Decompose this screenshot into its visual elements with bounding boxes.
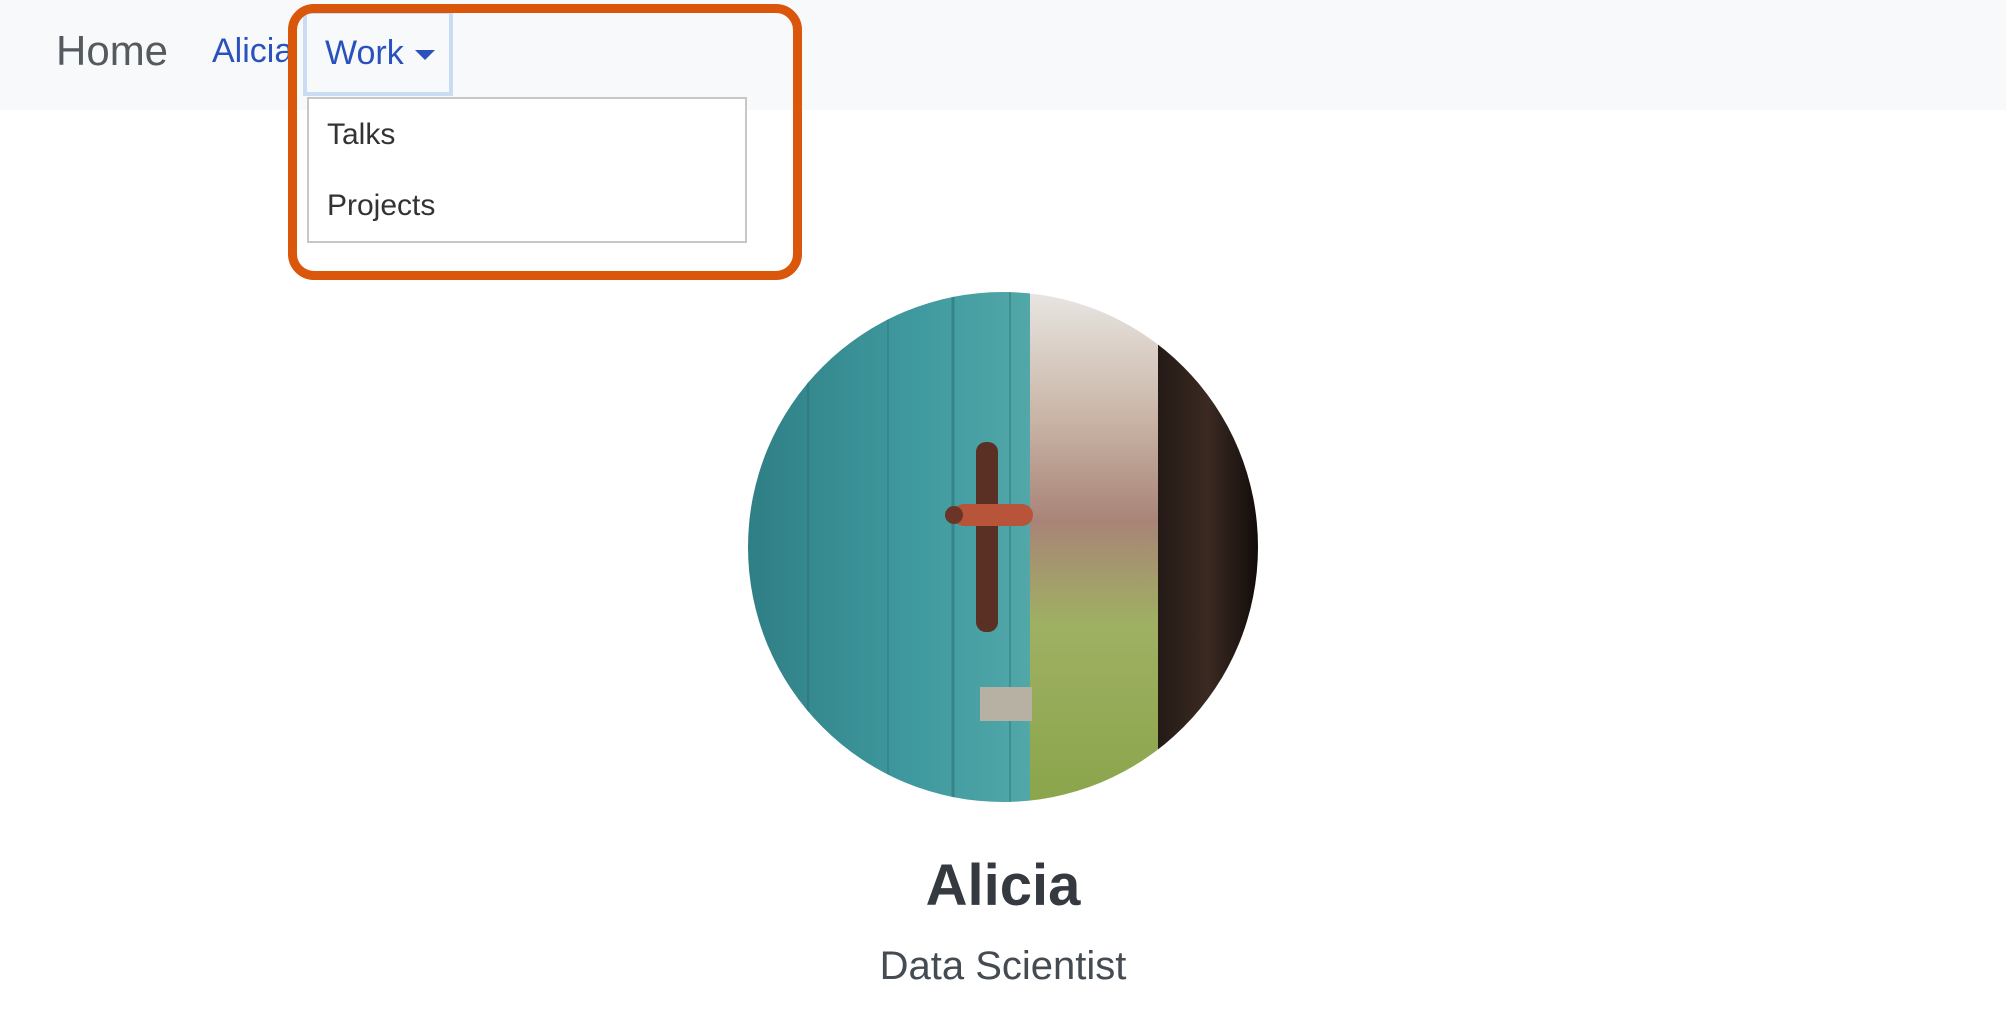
nav-link-alicia[interactable]: Alicia xyxy=(212,30,293,72)
page: Home Alicia Work Talks Projects Alicia D… xyxy=(0,0,2006,1020)
avatar-photo-open-door-icon xyxy=(748,292,1258,802)
avatar xyxy=(748,292,1258,802)
highlight-annotation xyxy=(288,4,802,280)
home-link[interactable]: Home xyxy=(56,26,168,76)
profile-name: Alicia xyxy=(925,853,1081,918)
profile-role: Data Scientist xyxy=(879,944,1127,988)
